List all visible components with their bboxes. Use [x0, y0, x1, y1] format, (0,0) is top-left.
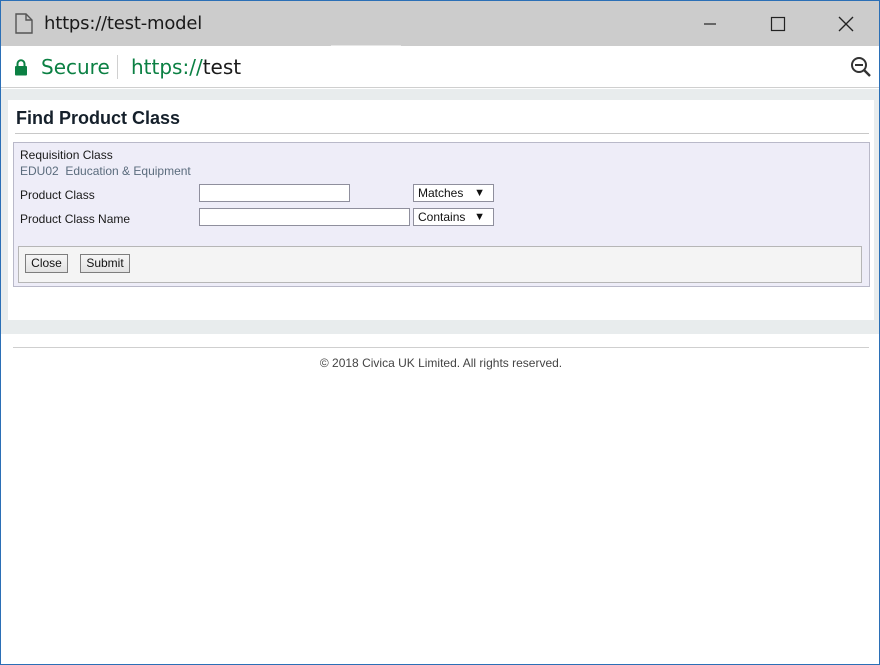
- product-class-name-operator-select[interactable]: Contains ▼: [413, 208, 494, 226]
- address-bar[interactable]: Secure https://test: [1, 46, 879, 88]
- lock-icon: [15, 59, 27, 76]
- zoom-out-icon[interactable]: [850, 56, 872, 78]
- product-class-input[interactable]: [199, 184, 350, 202]
- product-class-operator-value: Matches: [418, 186, 464, 200]
- page-icon: [15, 13, 33, 34]
- chevron-down-icon: ▼: [474, 187, 485, 199]
- minimize-icon: [704, 22, 716, 25]
- submit-button[interactable]: Submit: [80, 254, 130, 273]
- page-title: Find Product Class: [16, 108, 181, 128]
- requisition-class-label: Requisition Class: [20, 148, 113, 162]
- copyright-text: © 2018 Civica UK Limited. All rights res…: [319, 356, 563, 370]
- browser-window: https://test-model Secure https://test F…: [0, 0, 880, 665]
- product-class-name-operator-value: Contains: [418, 210, 466, 224]
- footer-divider: [13, 347, 869, 348]
- maximize-button[interactable]: [743, 1, 813, 46]
- product-class-operator-select[interactable]: Matches ▼: [413, 184, 494, 202]
- url-text[interactable]: https://test: [131, 55, 241, 79]
- minimize-button[interactable]: [675, 1, 745, 46]
- close-window-button[interactable]: [811, 1, 879, 46]
- product-class-name-label: Product Class Name: [20, 212, 131, 226]
- address-separator: [117, 55, 118, 79]
- product-class-name-input[interactable]: [199, 208, 410, 226]
- requisition-class-value: EDU02 Education & Equipment: [20, 164, 191, 178]
- close-button[interactable]: Close: [25, 254, 68, 273]
- chevron-down-icon: ▼: [474, 211, 485, 223]
- url-host: test: [202, 55, 242, 79]
- maximize-icon: [770, 16, 786, 31]
- close-icon: [838, 16, 854, 31]
- product-class-label: Product Class: [20, 188, 95, 202]
- secure-label: Secure: [41, 55, 110, 79]
- url-scheme: https://: [131, 55, 203, 79]
- title-divider: [15, 133, 869, 134]
- window-title: https://test-model: [44, 13, 203, 34]
- button-bar: [18, 246, 862, 283]
- title-bar: https://test-model: [1, 1, 879, 46]
